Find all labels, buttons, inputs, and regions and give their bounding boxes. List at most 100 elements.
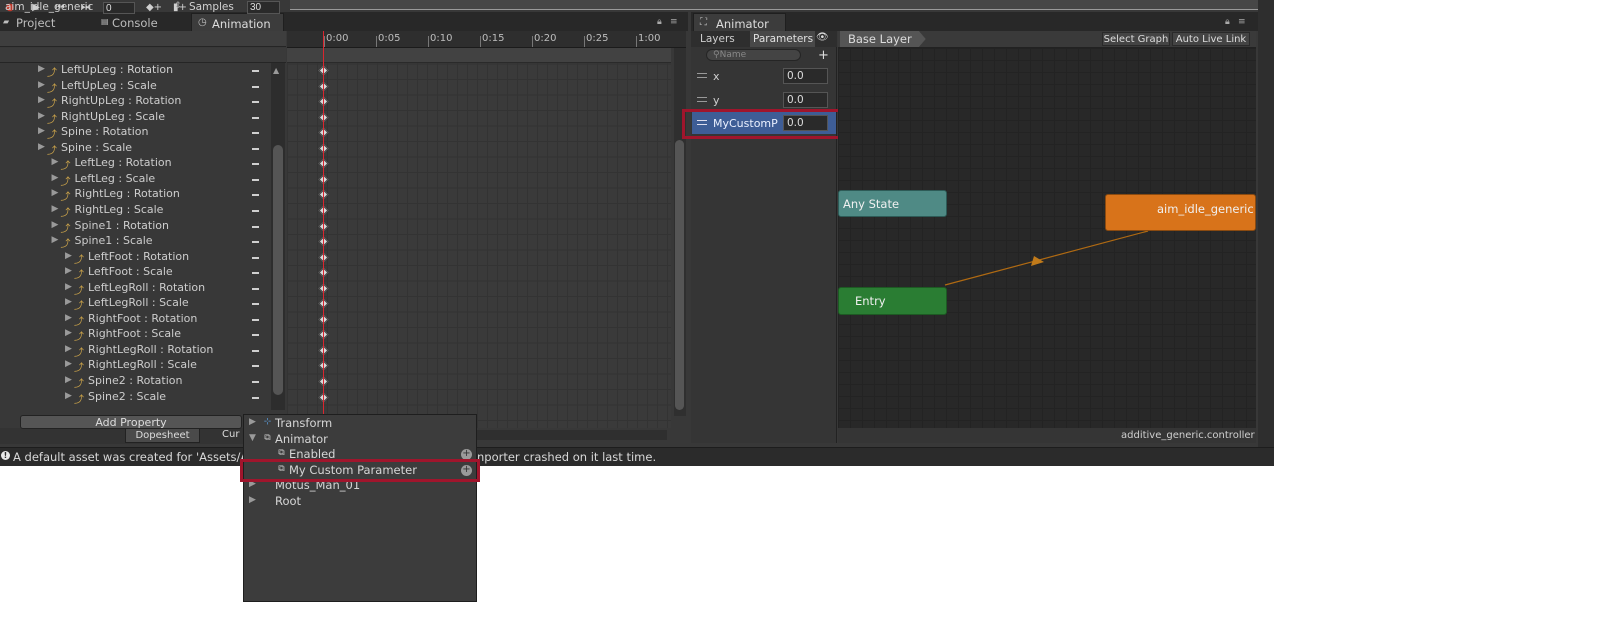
playhead[interactable]: [323, 31, 324, 416]
expand-arrow-icon[interactable]: ▶: [65, 344, 72, 354]
remove-property-icon[interactable]: [252, 318, 259, 321]
expand-arrow-icon[interactable]: ▶: [65, 297, 72, 307]
property-row[interactable]: ▶ ⤴ LeftUpLeg : Rotation: [0, 63, 271, 79]
expand-arrow-icon[interactable]: ▶: [52, 173, 59, 183]
property-row[interactable]: ▶ ⤴ RightLeg : Scale: [0, 203, 271, 219]
remove-property-icon[interactable]: [252, 147, 259, 150]
drag-handle-icon[interactable]: [697, 96, 707, 102]
add-parameter-icon[interactable]: +: [818, 48, 829, 63]
property-list-scroll-thumb[interactable]: [273, 145, 283, 395]
expand-arrow-icon[interactable]: ▶: [65, 375, 72, 385]
breadcrumb[interactable]: Base Layer: [840, 31, 926, 47]
property-row[interactable]: ▶ ⤴ Spine1 : Rotation: [0, 219, 271, 235]
property-row[interactable]: ▶ ⤴ RightUpLeg : Scale: [0, 110, 271, 126]
remove-property-icon[interactable]: [252, 194, 259, 197]
remove-property-icon[interactable]: [252, 163, 259, 166]
expand-arrow-icon[interactable]: ▶: [65, 266, 72, 276]
expand-arrow-icon[interactable]: ▶: [65, 391, 72, 401]
expand-arrow-icon[interactable]: ▶: [38, 126, 45, 136]
property-row[interactable]: ▶ ⤴ Spine1 : Scale: [0, 234, 271, 250]
tab-console[interactable]: ▤ Console: [96, 13, 166, 31]
remove-property-icon[interactable]: [252, 334, 259, 337]
tab-animator[interactable]: ⛶ Animator: [693, 13, 786, 31]
tab-animation[interactable]: ◷ Animation: [191, 13, 284, 31]
expand-arrow-icon[interactable]: ▶: [52, 204, 59, 214]
panel-menu-icon[interactable]: ≡: [670, 17, 678, 27]
dopesheet-horizontal-scrollbar[interactable]: [477, 430, 667, 440]
expand-arrow-icon[interactable]: ▶: [38, 80, 45, 90]
property-row[interactable]: ▶ ⤴ LeftLeg : Rotation: [0, 156, 271, 172]
lock-icon[interactable]: 🔒︎: [1225, 17, 1230, 27]
remove-property-icon[interactable]: [252, 178, 259, 181]
expand-arrow-icon[interactable]: ▶: [52, 188, 59, 198]
tab-parameters[interactable]: Parameters: [750, 31, 815, 47]
remove-property-icon[interactable]: [252, 396, 259, 399]
drag-handle-icon[interactable]: [697, 73, 707, 78]
auto-live-link-button[interactable]: Auto Live Link: [1172, 32, 1250, 46]
property-row[interactable]: ▶ ⤴ LeftLegRoll : Scale: [0, 296, 271, 312]
state-any-state[interactable]: Any State: [838, 190, 947, 217]
remove-property-icon[interactable]: [252, 116, 259, 119]
property-row[interactable]: ▶ ⤴ LeftFoot : Scale: [0, 265, 271, 281]
expand-arrow-icon[interactable]: ▶: [65, 313, 72, 323]
remove-property-icon[interactable]: [252, 365, 259, 368]
tab-dopesheet[interactable]: Dopesheet: [125, 428, 200, 443]
select-graph-button[interactable]: Select Graph: [1102, 32, 1170, 46]
remove-property-icon[interactable]: [252, 225, 259, 228]
eye-icon[interactable]: 👁︎: [816, 32, 829, 44]
parameter-row[interactable]: y 0.0: [692, 89, 836, 111]
property-row[interactable]: ▶ ⤴ RightFoot : Rotation: [0, 312, 271, 328]
menu-item-transform[interactable]: ▶ ⊹ Transform: [244, 416, 476, 432]
property-row[interactable]: ▶ ⤴ LeftFoot : Rotation: [0, 250, 271, 266]
updown-arrow-icon[interactable]: ⇕: [174, 1, 182, 11]
frame-field[interactable]: [103, 2, 135, 14]
property-row[interactable]: ▶ ⤴ RightLegRoll : Scale: [0, 358, 271, 374]
expand-arrow-icon[interactable]: ▶: [249, 417, 256, 427]
status-bar[interactable]: ! A default asset was created for 'Asset…: [0, 447, 1274, 466]
expand-arrow-icon[interactable]: ▶: [38, 64, 45, 74]
property-row[interactable]: ▶ ⤴ RightUpLeg : Rotation: [0, 94, 271, 110]
add-property-button[interactable]: Add Property: [20, 415, 242, 429]
expand-arrow-icon[interactable]: ▶: [65, 251, 72, 261]
property-row[interactable]: ▶ ⤴ LeftLegRoll : Rotation: [0, 281, 271, 297]
remove-property-icon[interactable]: [252, 101, 259, 104]
expand-arrow-icon[interactable]: ▶: [249, 495, 256, 505]
expand-arrow-icon[interactable]: ▼: [249, 433, 256, 443]
tab-project[interactable]: ▰ Project: [0, 13, 63, 31]
expand-arrow-icon[interactable]: ▶: [38, 111, 45, 121]
menu-item-root[interactable]: ▶ Root: [244, 494, 476, 510]
samples-field[interactable]: [247, 1, 280, 14]
remove-property-icon[interactable]: [252, 256, 259, 259]
dopesheet-grid[interactable]: [287, 48, 671, 428]
expand-arrow-icon[interactable]: ▶: [65, 359, 72, 369]
property-row[interactable]: ▶ ⤴ LeftUpLeg : Scale: [0, 79, 271, 95]
scroll-up-arrow-icon[interactable]: ▲: [273, 66, 279, 75]
remove-property-icon[interactable]: [252, 85, 259, 88]
clip-selector[interactable]: aim_idle_generic: [5, 1, 93, 13]
panel-menu-icon[interactable]: ≡: [1238, 17, 1246, 27]
expand-arrow-icon[interactable]: ▶: [38, 142, 45, 152]
remove-property-icon[interactable]: [252, 70, 259, 72]
dopesheet-scroll-thumb[interactable]: [675, 140, 684, 410]
expand-arrow-icon[interactable]: ▶: [52, 157, 59, 167]
remove-property-icon[interactable]: [252, 241, 259, 244]
remove-property-icon[interactable]: [252, 209, 259, 212]
add-keyframe-icon[interactable]: ◆+: [144, 1, 164, 15]
remove-property-icon[interactable]: [252, 303, 259, 306]
remove-property-icon[interactable]: [252, 381, 259, 383]
parameter-search-input[interactable]: ⚲Name: [706, 49, 801, 61]
expand-arrow-icon[interactable]: ▶: [65, 282, 72, 292]
property-row[interactable]: ▶ ⤴ Spine2 : Rotation: [0, 374, 271, 390]
expand-arrow-icon[interactable]: ▶: [52, 220, 59, 230]
property-row[interactable]: ▶ ⤴ Spine2 : Scale: [0, 390, 271, 406]
expand-arrow-icon[interactable]: ▶: [38, 95, 45, 105]
remove-property-icon[interactable]: [252, 287, 259, 290]
property-row[interactable]: ▶ ⤴ RightFoot : Scale: [0, 327, 271, 343]
property-row[interactable]: ▶ ⤴ RightLeg : Rotation: [0, 187, 271, 203]
expand-arrow-icon[interactable]: ▶: [65, 328, 72, 338]
menu-item-animator[interactable]: ▼ ⧉ Animator: [244, 432, 476, 448]
state-default[interactable]: aim_idle_generic: [1105, 194, 1256, 231]
state-entry[interactable]: Entry: [838, 287, 947, 315]
property-row[interactable]: ▶ ⤴ Spine : Rotation: [0, 125, 271, 141]
expand-arrow-icon[interactable]: ▶: [52, 235, 59, 245]
